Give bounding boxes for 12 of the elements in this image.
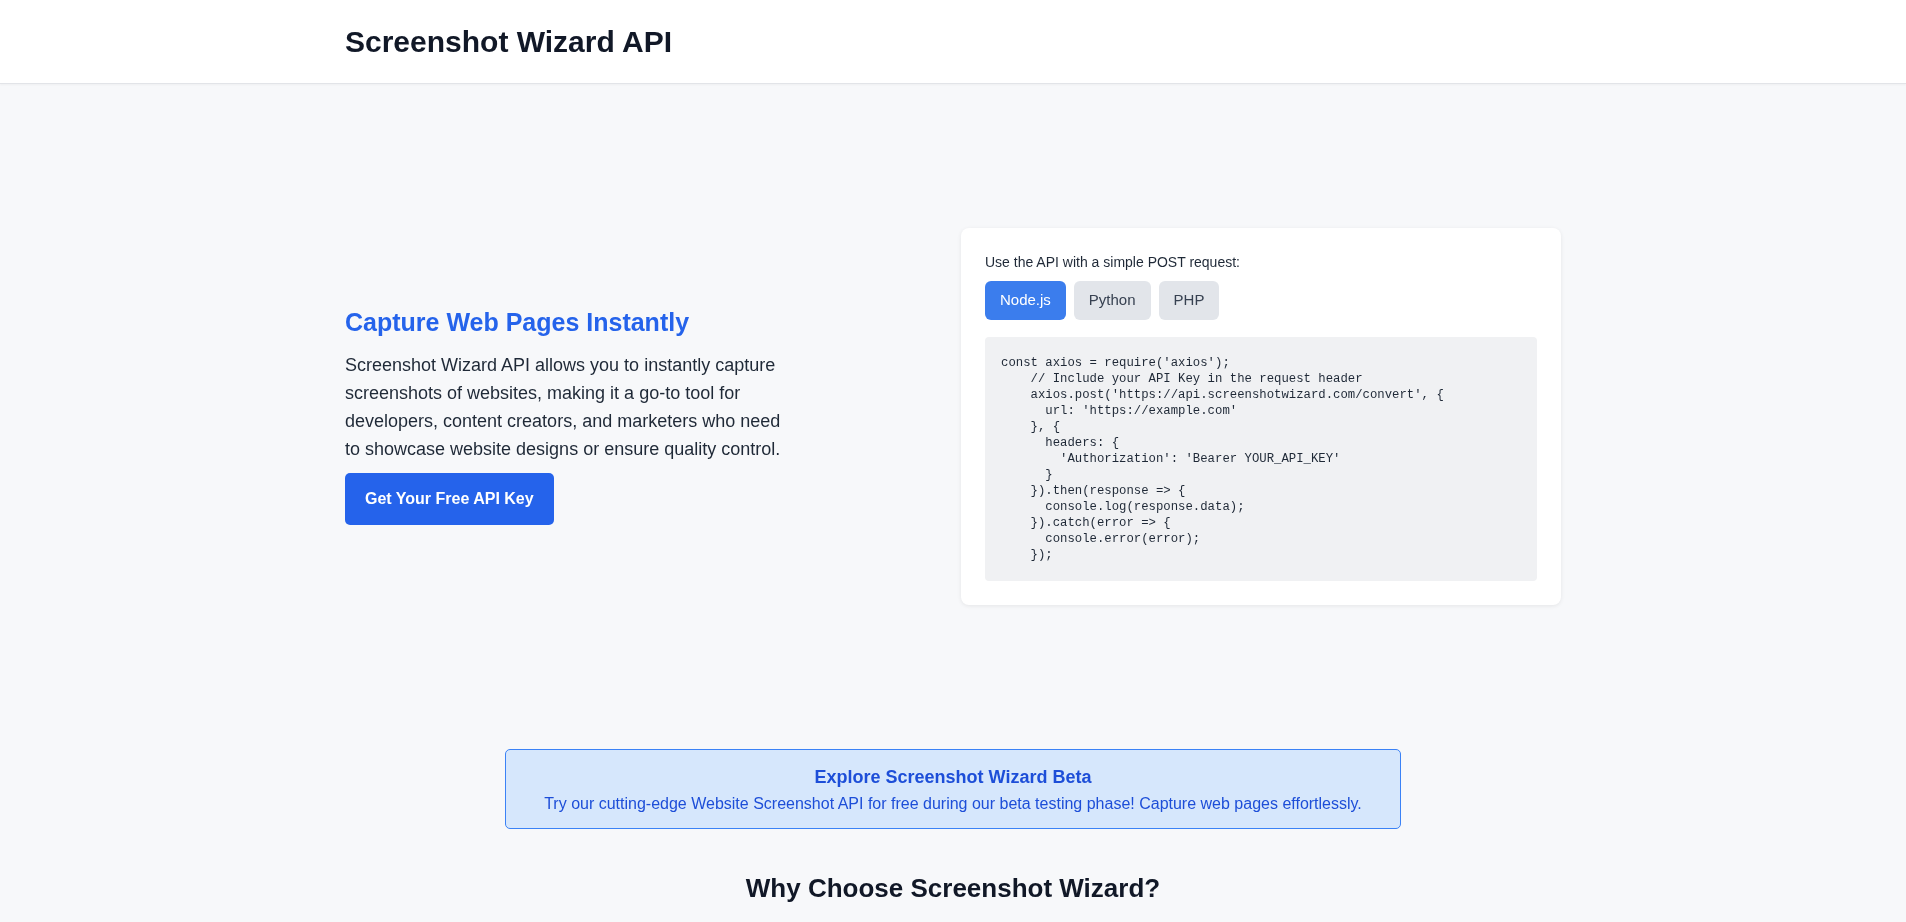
card-intro: Use the API with a simple POST request: xyxy=(985,253,1241,272)
site-title: Screenshot Wizard API xyxy=(345,23,674,60)
language-tab[interactable]: Node.js xyxy=(985,281,1066,320)
hero-heading: Capture Web Pages Instantly xyxy=(345,307,691,338)
code-block: const axios = require('axios'); // Include your API Key in the request header axios.post('https://api.screenshotwizard.com/convert', { url: 'https://example.com' }, { headers: { 'Authorization': 'Bearer YOUR_API_KEY' } }).then(response => { console.log(response.data); }).catch(error => { console.error(error); }); xyxy=(985,336,1537,581)
language-tab[interactable]: Python xyxy=(1073,281,1151,320)
language-tab[interactable]: PHP xyxy=(1158,281,1220,320)
banner-text: Try our cutting-edge Website Screenshot API for free during our beta testing phase! Capture web pages effortlessly. xyxy=(543,793,1363,814)
banner-title: Explore Screenshot Wizard Beta xyxy=(813,765,1093,789)
hero-description: Screenshot Wizard API allows you to instantly capture screenshots of websites, making it a go-to tool for developers, content creators, and marketers who need to showcase website designs or ensure quality control. xyxy=(345,354,782,462)
section-heading: Why Choose Screenshot Wizard? xyxy=(744,871,1162,905)
api-key-button[interactable]: Get Your Free API Key xyxy=(345,473,554,526)
